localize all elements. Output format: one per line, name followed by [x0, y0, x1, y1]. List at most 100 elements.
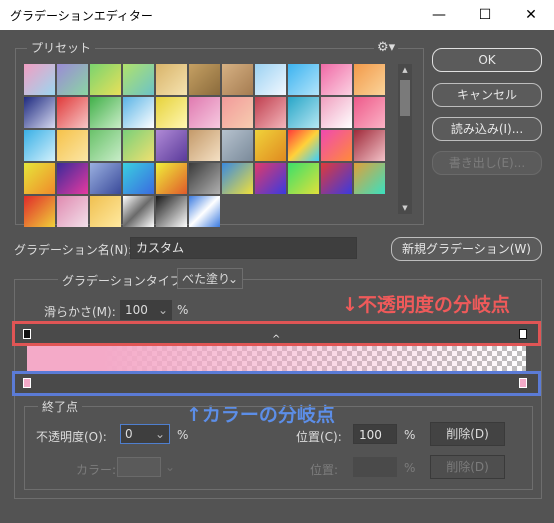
gradient-name-input[interactable]: カスタム: [130, 237, 357, 259]
preset-swatch[interactable]: [255, 163, 286, 194]
smoothness-value: 100: [125, 303, 148, 317]
close-button[interactable]: ✕: [508, 0, 554, 30]
opacity-stop-right[interactable]: [519, 329, 527, 339]
preset-swatch[interactable]: [57, 64, 88, 95]
preset-swatch[interactable]: [123, 64, 154, 95]
minimize-button[interactable]: —: [416, 0, 462, 30]
opacity-label: 不透明度(O):: [36, 430, 107, 444]
chevron-down-icon: ⌄: [227, 272, 238, 286]
preset-swatch[interactable]: [123, 196, 154, 227]
color-stop-left[interactable]: [23, 378, 31, 388]
opacity-stop-left[interactable]: [23, 329, 31, 339]
ok-button[interactable]: OK: [432, 48, 542, 72]
preset-swatch[interactable]: [90, 64, 121, 95]
preset-swatch[interactable]: [57, 196, 88, 227]
color-position-unit: %: [404, 461, 416, 475]
scroll-down-icon[interactable]: ▼: [398, 202, 412, 214]
position-input[interactable]: 100: [353, 424, 397, 444]
preset-swatch[interactable]: [156, 130, 187, 161]
color-position-input: [353, 457, 397, 477]
gradient-preview[interactable]: [27, 346, 526, 372]
preset-swatch[interactable]: [321, 64, 352, 95]
preset-swatch[interactable]: [321, 130, 352, 161]
preset-swatch[interactable]: [156, 196, 187, 227]
preset-swatch[interactable]: [123, 130, 154, 161]
preset-swatch[interactable]: [156, 64, 187, 95]
preset-swatch[interactable]: [255, 97, 286, 128]
preset-swatch[interactable]: [24, 163, 55, 194]
window-title: グラデーションエディター: [10, 9, 153, 23]
presets-label: プリセット: [27, 39, 96, 56]
preset-swatch[interactable]: [354, 64, 385, 95]
scroll-up-icon[interactable]: ▲: [398, 64, 412, 76]
preset-swatch[interactable]: [354, 163, 385, 194]
preset-swatch[interactable]: [255, 64, 286, 95]
color-swatch: [117, 457, 161, 477]
color-label: カラー:: [76, 463, 117, 477]
position-label: 位置(C):: [296, 430, 342, 444]
preset-swatch[interactable]: [288, 97, 319, 128]
cancel-button[interactable]: キャンセル: [432, 83, 542, 107]
midpoint-icon[interactable]: ^: [272, 334, 280, 345]
opacity-input[interactable]: 0 ⌄: [120, 424, 170, 444]
new-gradient-button[interactable]: 新規グラデーション(W): [391, 237, 542, 261]
color-stop-right[interactable]: [519, 378, 527, 388]
chevron-down-icon[interactable]: ⌄: [155, 425, 165, 443]
preset-swatch[interactable]: [189, 130, 220, 161]
opacity-stops-annotation: ↓不透明度の分岐点: [342, 294, 510, 316]
preset-swatch[interactable]: [321, 97, 352, 128]
preset-swatch[interactable]: [288, 130, 319, 161]
delete-color-stop-button: 削除(D): [430, 455, 505, 479]
preset-swatch[interactable]: [189, 196, 220, 227]
maximize-button[interactable]: ☐: [462, 0, 508, 30]
gradient-type-value: べた塗り: [182, 272, 231, 286]
opacity-unit: %: [177, 428, 189, 442]
preset-swatch[interactable]: [156, 163, 187, 194]
preset-swatch[interactable]: [189, 64, 220, 95]
preset-swatch[interactable]: [90, 97, 121, 128]
opacity-value: 0: [125, 427, 133, 441]
chevron-down-icon[interactable]: ⌄: [158, 300, 168, 320]
position-unit: %: [404, 428, 416, 442]
preset-swatch[interactable]: [90, 163, 121, 194]
preset-swatch[interactable]: [24, 130, 55, 161]
gradient-type-select[interactable]: べた塗り ⌄: [177, 268, 243, 289]
smoothness-input[interactable]: 100 ⌄: [120, 300, 172, 320]
preset-swatch[interactable]: [90, 130, 121, 161]
delete-opacity-stop-button[interactable]: 削除(D): [430, 422, 505, 446]
preset-swatch[interactable]: [90, 196, 121, 227]
preset-swatch[interactable]: [222, 163, 253, 194]
preset-swatch[interactable]: [57, 130, 88, 161]
preset-swatch[interactable]: [24, 64, 55, 95]
preset-swatch[interactable]: [255, 130, 286, 161]
preset-swatch[interactable]: [189, 163, 220, 194]
preset-swatch[interactable]: [222, 97, 253, 128]
preset-swatch[interactable]: [321, 163, 352, 194]
preset-swatch[interactable]: [24, 97, 55, 128]
preset-swatch[interactable]: [288, 163, 319, 194]
scroll-thumb[interactable]: [400, 80, 410, 116]
preset-swatch[interactable]: [57, 97, 88, 128]
stops-section-label: 終了点: [38, 398, 83, 415]
preset-swatch[interactable]: [288, 64, 319, 95]
preset-swatch[interactable]: [123, 163, 154, 194]
preset-swatch[interactable]: [354, 97, 385, 128]
preset-swatch[interactable]: [57, 163, 88, 194]
color-position-label: 位置:: [310, 463, 339, 477]
preset-scrollbar[interactable]: ▲ ▼: [398, 64, 412, 214]
color-stops-track[interactable]: [15, 374, 538, 393]
gradient-type-label: グラデーションタイプ:: [58, 272, 190, 289]
preset-swatch[interactable]: [123, 97, 154, 128]
gradient-editor-window: グラデーションエディター — ☐ ✕ プリセット ⚙▾ ▲ ▼ OK キャンセル…: [0, 0, 554, 523]
preset-swatch[interactable]: [156, 97, 187, 128]
load-button[interactable]: 読み込み(I)...: [432, 117, 542, 141]
preset-swatch[interactable]: [222, 64, 253, 95]
preset-swatch[interactable]: [354, 130, 385, 161]
preset-swatch[interactable]: [189, 97, 220, 128]
preset-swatch[interactable]: [222, 130, 253, 161]
title-bar: グラデーションエディター — ☐ ✕: [0, 0, 554, 30]
preset-swatch[interactable]: [24, 196, 55, 227]
gear-icon[interactable]: ⚙▾: [374, 40, 399, 55]
smoothness-label: 滑らかさ(M):: [44, 305, 116, 319]
preset-swatches: [24, 64, 385, 227]
